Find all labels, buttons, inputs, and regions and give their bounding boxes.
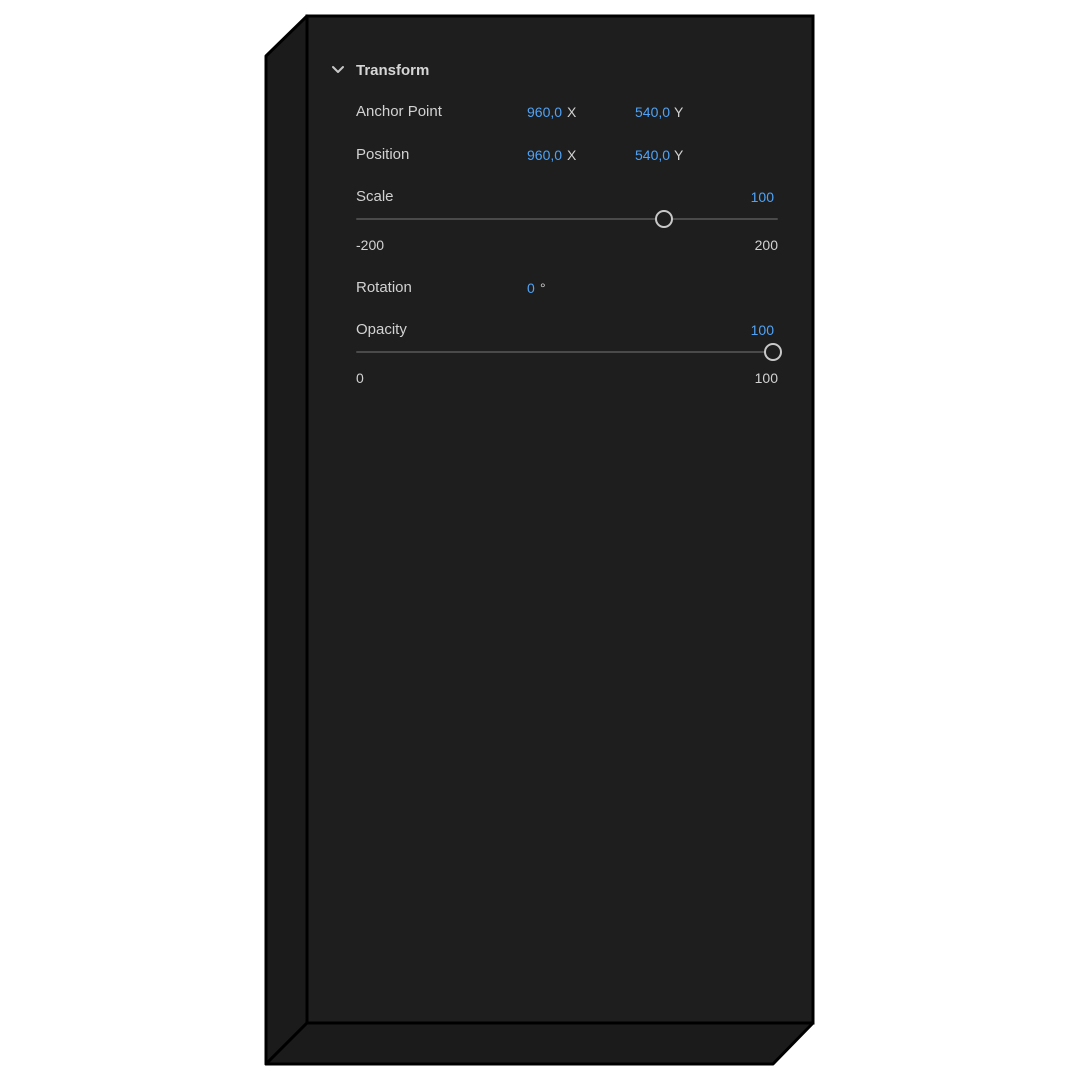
anchor-point-label: Anchor Point [356,103,442,120]
opacity-min-label: 0 [356,370,364,386]
opacity-slider-thumb[interactable] [764,343,782,361]
position-y-unit: Y [674,147,684,163]
position-x-unit: X [567,147,577,163]
opacity-slider-track[interactable] [356,351,778,353]
chevron-down-icon[interactable] [329,61,347,79]
anchor-point-x-unit: X [567,104,577,120]
scale-label: Scale [356,188,394,205]
position-x-value[interactable]: 960,0 [527,147,562,163]
anchor-point-x-value[interactable]: 960,0 [527,104,562,120]
opacity-label: Opacity [356,321,407,338]
scale-slider-track[interactable] [356,218,778,220]
scale-max-label: 200 [754,237,778,253]
scale-slider-thumb[interactable] [655,210,674,228]
rotation-value[interactable]: 0 [527,280,535,296]
rotation-label: Rotation [356,279,412,296]
opacity-max-label: 100 [754,370,778,386]
rotation-unit: ° [540,280,546,296]
anchor-point-y-unit: Y [674,104,684,120]
anchor-point-y-value[interactable]: 540,0 [635,104,670,120]
scale-value[interactable]: 100 [751,189,774,205]
transform-section-header[interactable]: Transform [329,60,429,80]
opacity-value[interactable]: 100 [751,322,774,338]
position-y-value[interactable]: 540,0 [635,147,670,163]
position-label: Position [356,146,410,163]
section-title: Transform [356,61,430,79]
scale-min-label: -200 [356,237,385,253]
effect-controls-panel: Transform Anchor Point 960,0 X 540,0 Y P… [307,16,812,1023]
